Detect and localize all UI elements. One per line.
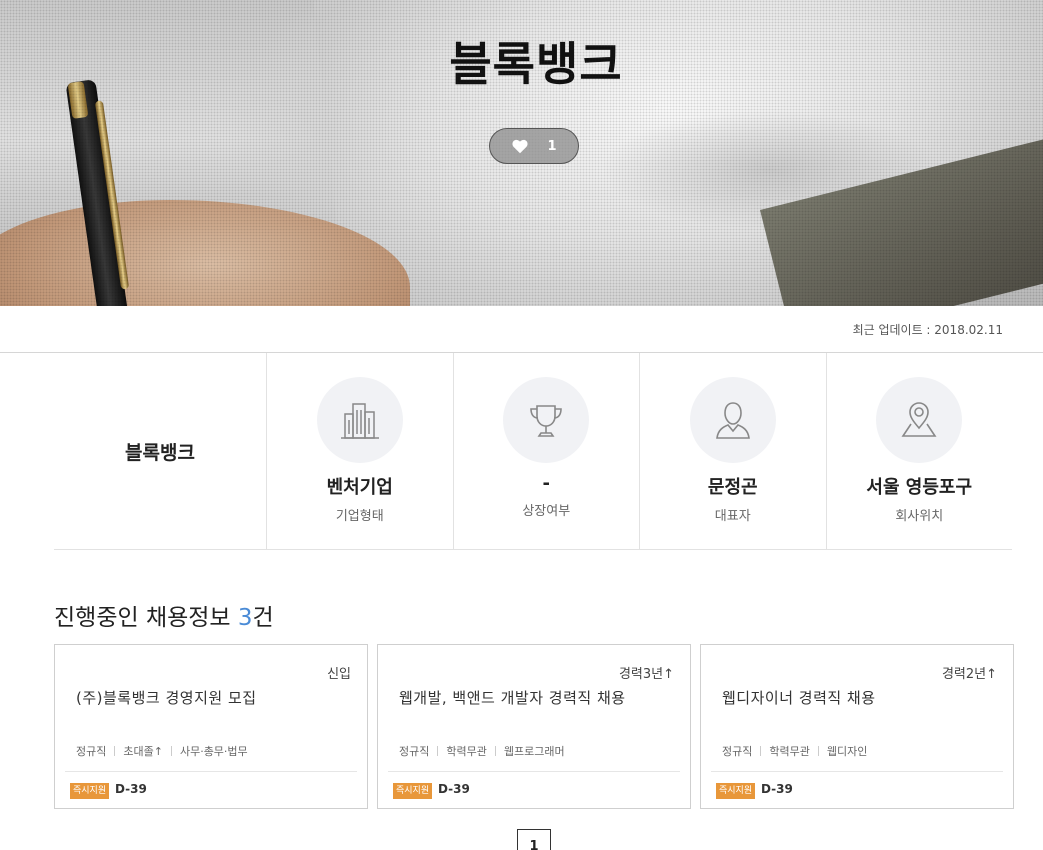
company-title: 블록뱅크 — [449, 37, 623, 91]
company-info-grid: 블록뱅크 벤처기업 기업형태 - 상장여부 문정곤 대표자 서울 영등포구 회사… — [54, 353, 1012, 550]
company-type-value: 벤처기업 — [326, 477, 393, 498]
apply-now-badge: 즉시지원 — [70, 783, 110, 799]
job-card[interactable]: 경력2년↑ 웹디자이너 경력직 채용 정규직 학력무관 웹디자인 즉시지원 D-… — [700, 644, 1014, 809]
jobs-count: 3 — [237, 605, 253, 631]
apply-now-badge: 즉시지원 — [716, 783, 756, 799]
ceo-value: 문정곤 — [707, 477, 758, 498]
like-button[interactable]: 1 — [489, 128, 579, 164]
company-info-name: 블록뱅크 — [54, 353, 267, 549]
info-cell-listing: - 상장여부 — [454, 353, 640, 549]
job-career: 경력3년↑ — [618, 667, 674, 682]
job-dday: D-39 — [761, 782, 793, 796]
job-dday: D-39 — [115, 782, 147, 796]
ceo-label: 대표자 — [714, 509, 751, 524]
jobs-heading: 진행중인 채용정보 3건 — [54, 605, 274, 631]
location-pin-icon — [901, 402, 937, 437]
apply-now-badge: 즉시지원 — [393, 783, 433, 799]
job-title[interactable]: (주)블록뱅크 경영지원 모집 — [76, 687, 257, 708]
person-icon — [715, 402, 750, 439]
job-card[interactable]: 신입 (주)블록뱅크 경영지원 모집 정규직 초대졸↑ 사무·총무·법무 즉시지… — [54, 644, 368, 809]
like-count: 1 — [547, 138, 557, 154]
job-card[interactable]: 경력3년↑ 웹개발, 백앤드 개발자 경력직 채용 정규직 학력무관 웹프로그래… — [377, 644, 691, 809]
heart-icon — [512, 139, 529, 154]
hero-banner: 블록뱅크 1 — [0, 0, 1043, 306]
info-cell-ceo: 문정곤 대표자 — [640, 353, 827, 549]
location-value: 서울 영등포구 — [866, 477, 973, 498]
job-career: 신입 — [327, 667, 351, 682]
job-career: 경력2년↑ — [941, 667, 997, 682]
company-type-label: 기업형태 — [335, 509, 384, 524]
trophy-icon — [530, 405, 563, 437]
building-icon — [340, 403, 379, 439]
job-title[interactable]: 웹디자이너 경력직 채용 — [722, 687, 876, 708]
listing-label: 상장여부 — [522, 504, 571, 519]
info-cell-company-type: 벤처기업 기업형태 — [267, 353, 454, 549]
job-title[interactable]: 웹개발, 백앤드 개발자 경력직 채용 — [399, 687, 626, 708]
last-update-text: 최근 업데이트 : 2018.02.11 — [852, 323, 1003, 337]
pagination-page-button[interactable]: 1 — [517, 829, 551, 850]
location-label: 회사위치 — [895, 509, 944, 524]
job-tags: 정규직 학력무관 웹프로그래머 — [399, 745, 565, 758]
job-tags: 정규직 초대졸↑ 사무·총무·법무 — [76, 745, 248, 758]
info-cell-location: 서울 영등포구 회사위치 — [827, 353, 1013, 549]
listing-value: - — [542, 473, 550, 494]
job-dday: D-39 — [438, 782, 470, 796]
job-tags: 정규직 학력무관 웹디자인 — [722, 745, 868, 758]
